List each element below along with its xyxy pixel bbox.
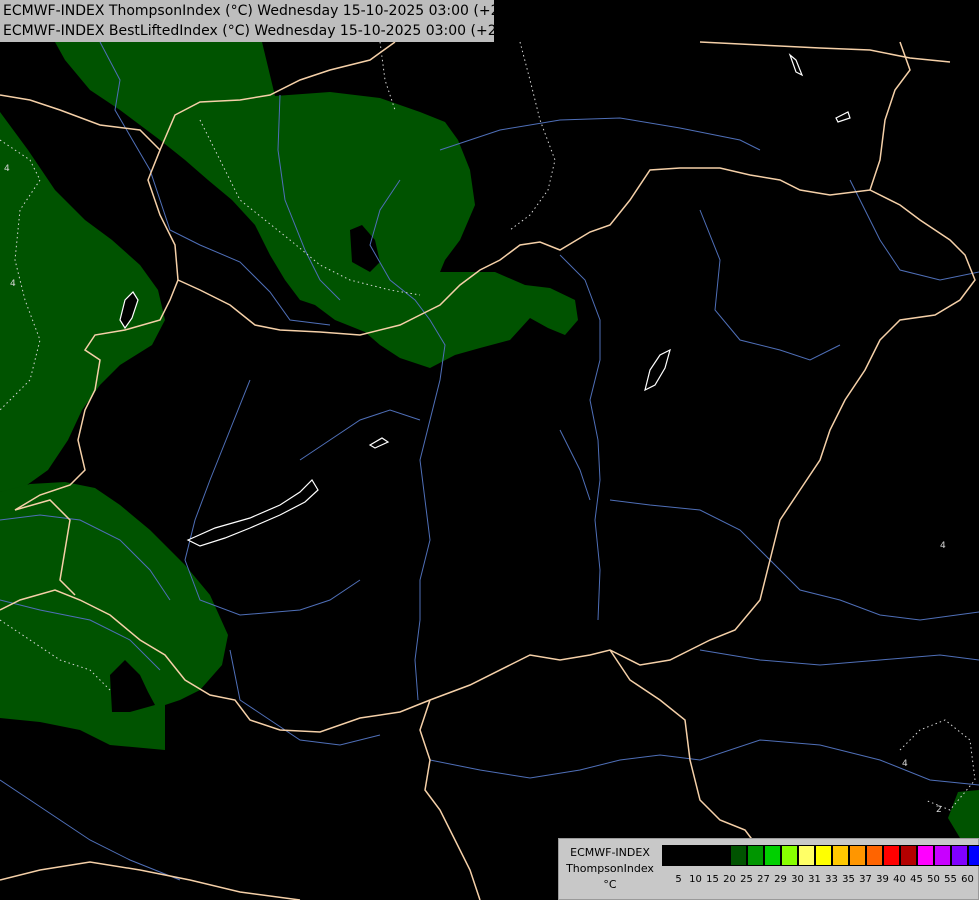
legend-tick-label: 55: [944, 874, 957, 885]
title-thompson-index: ECMWF-INDEX ThompsonIndex (°C) Wednesday…: [3, 3, 523, 19]
legend-tick-label: 40: [893, 874, 906, 885]
weather-map: 4 4 2 4 4 2: [0, 0, 979, 900]
title-best-lifted-index: ECMWF-INDEX BestLiftedIndex (°C) Wednesd…: [3, 23, 520, 39]
legend-tick-label: 39: [876, 874, 889, 885]
legend-swatch: [747, 845, 764, 866]
legend-tick-label: 25: [740, 874, 753, 885]
legend-tick-label: 31: [808, 874, 821, 885]
legend-swatch: [951, 845, 968, 866]
map-background: [0, 0, 979, 900]
legend-parameter: ThompsonIndex: [566, 862, 654, 875]
legend-unit: °C: [603, 878, 617, 891]
legend-swatch: [662, 845, 679, 866]
legend-swatch: [696, 845, 713, 866]
legend-swatch: [883, 845, 900, 866]
legend-tick-label: 30: [791, 874, 804, 885]
color-legend: ECMWF-INDEX ThompsonIndex °C 5 10 15 20 25 27…: [558, 838, 979, 900]
legend-tick-label: 20: [723, 874, 736, 885]
legend-swatch: [968, 845, 979, 866]
legend-color-bar: [662, 845, 979, 866]
legend-model: ECMWF-INDEX: [570, 846, 650, 859]
legend-swatch: [798, 845, 815, 866]
legend-tick-label: 15: [706, 874, 719, 885]
legend-swatch: [917, 845, 934, 866]
legend-tick-label: 29: [774, 874, 787, 885]
legend-swatch: [900, 845, 917, 866]
contour-label: 4: [4, 164, 10, 174]
legend-swatch: [679, 845, 696, 866]
legend-swatch: [849, 845, 866, 866]
legend-tick-label: 37: [859, 874, 872, 885]
contour-label: 4: [902, 759, 908, 769]
legend-swatch: [713, 845, 730, 866]
legend-ticks: 5 10 15 20 25 27 29 30 31 33 35 37 39 40 45 50 55 60: [670, 874, 976, 885]
legend-swatch: [730, 845, 747, 866]
contour-label: 2: [936, 805, 942, 815]
legend-swatch: [815, 845, 832, 866]
legend-tick-label: 60: [961, 874, 974, 885]
legend-swatch: [934, 845, 951, 866]
contour-label: 4: [940, 541, 946, 551]
legend-swatch: [781, 845, 798, 866]
legend-tick-label: 35: [842, 874, 855, 885]
legend-tick-label: 45: [910, 874, 923, 885]
legend-tick-label: 27: [757, 874, 770, 885]
legend-tick-label: 33: [825, 874, 838, 885]
legend-swatch: [866, 845, 883, 866]
legend-tick-label: 10: [689, 874, 702, 885]
legend-tick-label: 5: [675, 874, 682, 885]
legend-tick-label: 50: [927, 874, 940, 885]
map-title-box: ECMWF-INDEX ThompsonIndex (°C) Wednesday…: [0, 0, 523, 42]
contour-label: 4: [10, 279, 16, 289]
legend-swatch: [832, 845, 849, 866]
legend-swatch: [764, 845, 781, 866]
